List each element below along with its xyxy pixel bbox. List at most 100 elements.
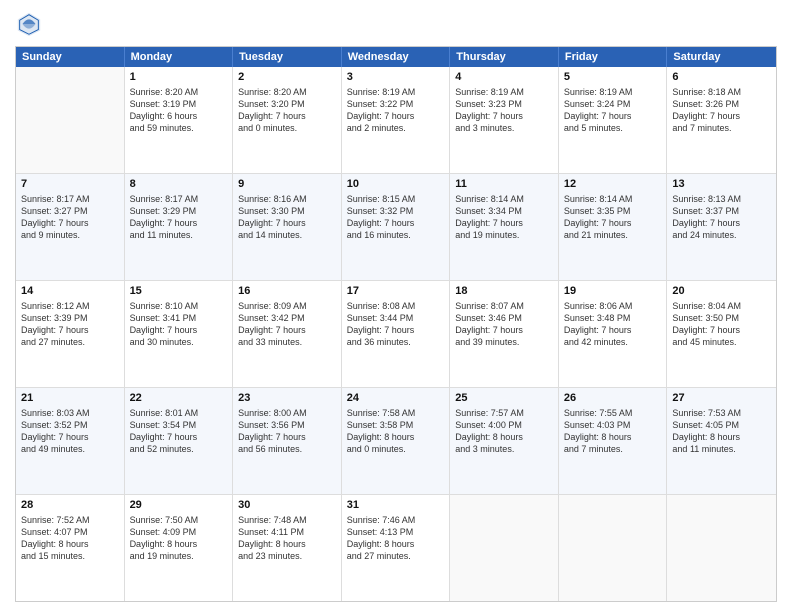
day-info-line: Sunset: 4:09 PM xyxy=(130,526,228,538)
day-info-line: Sunrise: 8:09 AM xyxy=(238,300,336,312)
day-number: 3 xyxy=(347,70,445,85)
day-number: 9 xyxy=(238,177,336,192)
day-info-line: Daylight: 7 hours xyxy=(130,217,228,229)
day-info-line: Sunset: 3:29 PM xyxy=(130,205,228,217)
day-cell-29: 29Sunrise: 7:50 AMSunset: 4:09 PMDayligh… xyxy=(125,495,234,601)
day-number: 17 xyxy=(347,284,445,299)
day-cell-1: 1Sunrise: 8:20 AMSunset: 3:19 PMDaylight… xyxy=(125,67,234,173)
day-info-line: Sunset: 3:30 PM xyxy=(238,205,336,217)
day-header-tuesday: Tuesday xyxy=(233,47,342,67)
day-number: 5 xyxy=(564,70,662,85)
calendar: SundayMondayTuesdayWednesdayThursdayFrid… xyxy=(15,46,777,602)
calendar-header: SundayMondayTuesdayWednesdayThursdayFrid… xyxy=(16,47,776,67)
day-info-line: Daylight: 7 hours xyxy=(672,324,771,336)
day-info-line: and 7 minutes. xyxy=(564,443,662,455)
day-info-line: Daylight: 7 hours xyxy=(455,324,553,336)
day-number: 28 xyxy=(21,498,119,513)
day-info-line: Daylight: 7 hours xyxy=(455,110,553,122)
calendar-row: 1Sunrise: 8:20 AMSunset: 3:19 PMDaylight… xyxy=(16,67,776,174)
day-info-line: and 59 minutes. xyxy=(130,122,228,134)
day-cell-14: 14Sunrise: 8:12 AMSunset: 3:39 PMDayligh… xyxy=(16,281,125,387)
day-info-line: Sunset: 3:52 PM xyxy=(21,419,119,431)
day-info-line: Daylight: 8 hours xyxy=(130,538,228,550)
day-header-saturday: Saturday xyxy=(667,47,776,67)
day-info-line: Sunrise: 8:19 AM xyxy=(347,86,445,98)
day-info-line: Daylight: 7 hours xyxy=(238,324,336,336)
day-header-monday: Monday xyxy=(125,47,234,67)
day-number: 11 xyxy=(455,177,553,192)
day-number: 15 xyxy=(130,284,228,299)
calendar-row: 21Sunrise: 8:03 AMSunset: 3:52 PMDayligh… xyxy=(16,388,776,495)
day-info-line: Sunset: 3:34 PM xyxy=(455,205,553,217)
day-header-friday: Friday xyxy=(559,47,668,67)
day-info-line: Sunrise: 8:18 AM xyxy=(672,86,771,98)
day-number: 24 xyxy=(347,391,445,406)
day-info-line: Sunset: 3:39 PM xyxy=(21,312,119,324)
day-info-line: Sunset: 3:19 PM xyxy=(130,98,228,110)
day-number: 20 xyxy=(672,284,771,299)
day-number: 19 xyxy=(564,284,662,299)
day-info-line: Daylight: 7 hours xyxy=(130,324,228,336)
day-number: 31 xyxy=(347,498,445,513)
day-number: 12 xyxy=(564,177,662,192)
day-number: 4 xyxy=(455,70,553,85)
day-cell-19: 19Sunrise: 8:06 AMSunset: 3:48 PMDayligh… xyxy=(559,281,668,387)
day-info-line: Sunrise: 7:52 AM xyxy=(21,514,119,526)
day-info-line: Daylight: 8 hours xyxy=(21,538,119,550)
day-cell-17: 17Sunrise: 8:08 AMSunset: 3:44 PMDayligh… xyxy=(342,281,451,387)
day-info-line: Sunrise: 7:46 AM xyxy=(347,514,445,526)
day-number: 10 xyxy=(347,177,445,192)
day-header-thursday: Thursday xyxy=(450,47,559,67)
day-info-line: Sunrise: 8:14 AM xyxy=(564,193,662,205)
day-info-line: Daylight: 8 hours xyxy=(347,538,445,550)
day-info-line: Sunrise: 8:00 AM xyxy=(238,407,336,419)
day-info-line: and 2 minutes. xyxy=(347,122,445,134)
day-cell-6: 6Sunrise: 8:18 AMSunset: 3:26 PMDaylight… xyxy=(667,67,776,173)
day-cell-24: 24Sunrise: 7:58 AMSunset: 3:58 PMDayligh… xyxy=(342,388,451,494)
day-info-line: and 33 minutes. xyxy=(238,336,336,348)
day-number: 6 xyxy=(672,70,771,85)
day-cell-5: 5Sunrise: 8:19 AMSunset: 3:24 PMDaylight… xyxy=(559,67,668,173)
day-cell-21: 21Sunrise: 8:03 AMSunset: 3:52 PMDayligh… xyxy=(16,388,125,494)
day-info-line: Sunset: 3:54 PM xyxy=(130,419,228,431)
day-info-line: Sunset: 4:00 PM xyxy=(455,419,553,431)
day-number: 8 xyxy=(130,177,228,192)
day-info-line: and 15 minutes. xyxy=(21,550,119,562)
day-info-line: Daylight: 7 hours xyxy=(455,217,553,229)
day-info-line: Sunrise: 8:08 AM xyxy=(347,300,445,312)
day-info-line: and 56 minutes. xyxy=(238,443,336,455)
day-number: 29 xyxy=(130,498,228,513)
day-info-line: and 52 minutes. xyxy=(130,443,228,455)
day-info-line: Daylight: 8 hours xyxy=(672,431,771,443)
day-cell-12: 12Sunrise: 8:14 AMSunset: 3:35 PMDayligh… xyxy=(559,174,668,280)
day-info-line: Sunset: 3:41 PM xyxy=(130,312,228,324)
day-info-line: Daylight: 7 hours xyxy=(347,217,445,229)
day-info-line: Sunset: 3:27 PM xyxy=(21,205,119,217)
day-cell-20: 20Sunrise: 8:04 AMSunset: 3:50 PMDayligh… xyxy=(667,281,776,387)
day-number: 13 xyxy=(672,177,771,192)
day-info-line: Sunrise: 8:20 AM xyxy=(130,86,228,98)
day-cell-18: 18Sunrise: 8:07 AMSunset: 3:46 PMDayligh… xyxy=(450,281,559,387)
day-info-line: Daylight: 7 hours xyxy=(130,431,228,443)
day-info-line: Sunrise: 8:20 AM xyxy=(238,86,336,98)
day-info-line: and 21 minutes. xyxy=(564,229,662,241)
day-cell-10: 10Sunrise: 8:15 AMSunset: 3:32 PMDayligh… xyxy=(342,174,451,280)
day-info-line: Sunset: 4:11 PM xyxy=(238,526,336,538)
day-info-line: and 39 minutes. xyxy=(455,336,553,348)
day-info-line: and 24 minutes. xyxy=(672,229,771,241)
day-number: 25 xyxy=(455,391,553,406)
day-info-line: Daylight: 7 hours xyxy=(347,324,445,336)
day-cell-23: 23Sunrise: 8:00 AMSunset: 3:56 PMDayligh… xyxy=(233,388,342,494)
day-info-line: and 49 minutes. xyxy=(21,443,119,455)
day-info-line: Daylight: 7 hours xyxy=(564,324,662,336)
day-info-line: Daylight: 8 hours xyxy=(238,538,336,550)
day-header-sunday: Sunday xyxy=(16,47,125,67)
day-info-line: Sunset: 3:26 PM xyxy=(672,98,771,110)
day-cell-8: 8Sunrise: 8:17 AMSunset: 3:29 PMDaylight… xyxy=(125,174,234,280)
day-info-line: and 45 minutes. xyxy=(672,336,771,348)
day-info-line: Sunrise: 8:04 AM xyxy=(672,300,771,312)
day-cell-30: 30Sunrise: 7:48 AMSunset: 4:11 PMDayligh… xyxy=(233,495,342,601)
empty-cell xyxy=(16,67,125,173)
day-info-line: Sunrise: 8:03 AM xyxy=(21,407,119,419)
day-cell-13: 13Sunrise: 8:13 AMSunset: 3:37 PMDayligh… xyxy=(667,174,776,280)
